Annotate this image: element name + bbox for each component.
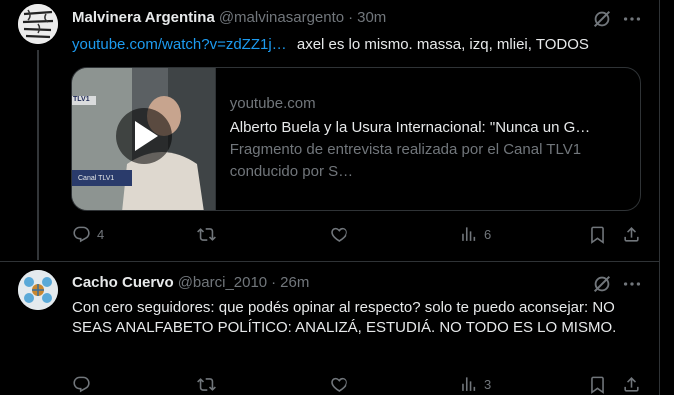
- card-thumbnail-label: Canal TLV1: [78, 175, 115, 182]
- views-icon: [462, 377, 476, 391]
- heart-icon: [331, 377, 347, 392]
- action-bar: 3: [72, 375, 642, 395]
- reply-count: 4: [97, 227, 105, 242]
- grok-icon[interactable]: [591, 273, 613, 295]
- tweet[interactable]: Malvinera Argentina @malvinasargento · 3…: [0, 0, 660, 262]
- bookmark-button[interactable]: [588, 375, 607, 394]
- heart-icon: [331, 227, 347, 242]
- separator-dot: ·: [271, 274, 277, 291]
- link-card[interactable]: Canal TLV1 TLV1 youtube.com Alberto Buel…: [71, 67, 641, 211]
- repost-button[interactable]: [197, 375, 222, 394]
- card-thumbnail-corner: TLV1: [73, 96, 90, 103]
- views-button[interactable]: 3: [459, 375, 491, 394]
- avatar[interactable]: [18, 4, 58, 44]
- tweet-link[interactable]: youtube.com/watch?v=zdZZ1j…: [72, 36, 287, 53]
- tweet-text: Con cero seguidores: que podés opinar al…: [72, 299, 617, 336]
- card-thumbnail[interactable]: Canal TLV1 TLV1: [72, 68, 216, 210]
- tweet-header: Cacho Cuervo @barci_2010 · 26m: [72, 274, 309, 291]
- share-icon: [624, 377, 639, 392]
- tweet-header: Malvinera Argentina @malvinasargento · 3…: [72, 9, 386, 26]
- bookmark-button[interactable]: [588, 225, 607, 244]
- more-options-icon[interactable]: [621, 273, 643, 295]
- tweet-body: axel es lo mismo. massa, izq, mliei, TOD…: [296, 36, 589, 53]
- user-handle[interactable]: @barci_2010: [178, 274, 267, 291]
- display-name[interactable]: Cacho Cuervo: [72, 274, 174, 291]
- tweet-text: youtube.com/watch?v=zdZZ1j… axel es lo m…: [72, 35, 589, 55]
- timestamp[interactable]: 26m: [280, 274, 309, 291]
- share-icon: [624, 227, 639, 242]
- reply-icon: [73, 226, 90, 243]
- card-body: youtube.com Alberto Buela y la Usura Int…: [216, 68, 640, 210]
- reply-button[interactable]: 4: [72, 225, 104, 244]
- action-bar: 4 6: [72, 225, 642, 247]
- repost-icon: [197, 378, 216, 391]
- thread-line: [37, 50, 39, 260]
- tweet[interactable]: Cacho Cuervo @barci_2010 · 26m Con cero …: [0, 262, 660, 395]
- grok-icon[interactable]: [591, 8, 613, 30]
- user-handle[interactable]: @malvinasargento: [219, 9, 344, 26]
- repost-icon: [197, 228, 216, 241]
- views-icon: [462, 227, 476, 241]
- like-button[interactable]: [330, 375, 355, 394]
- views-button[interactable]: 6: [459, 225, 491, 244]
- views-count: 3: [484, 377, 492, 392]
- display-name[interactable]: Malvinera Argentina: [72, 9, 215, 26]
- card-title: Alberto Buela y la Usura Internacional: …: [229, 119, 591, 136]
- like-button[interactable]: [330, 225, 355, 244]
- views-count: 6: [484, 227, 492, 242]
- timestamp[interactable]: 30m: [357, 9, 386, 26]
- reply-button[interactable]: [72, 375, 97, 394]
- repost-button[interactable]: [197, 225, 222, 244]
- bookmark-icon: [591, 226, 604, 244]
- card-description: Fragmento de entrevista realizada por el…: [229, 141, 582, 180]
- separator-dot: ·: [348, 9, 354, 26]
- bookmark-icon: [591, 376, 604, 394]
- share-button[interactable]: [622, 225, 641, 244]
- reply-icon: [73, 376, 90, 393]
- share-button[interactable]: [622, 375, 641, 394]
- more-options-icon[interactable]: [621, 8, 643, 30]
- avatar[interactable]: [18, 270, 58, 310]
- card-domain: youtube.com: [229, 95, 316, 112]
